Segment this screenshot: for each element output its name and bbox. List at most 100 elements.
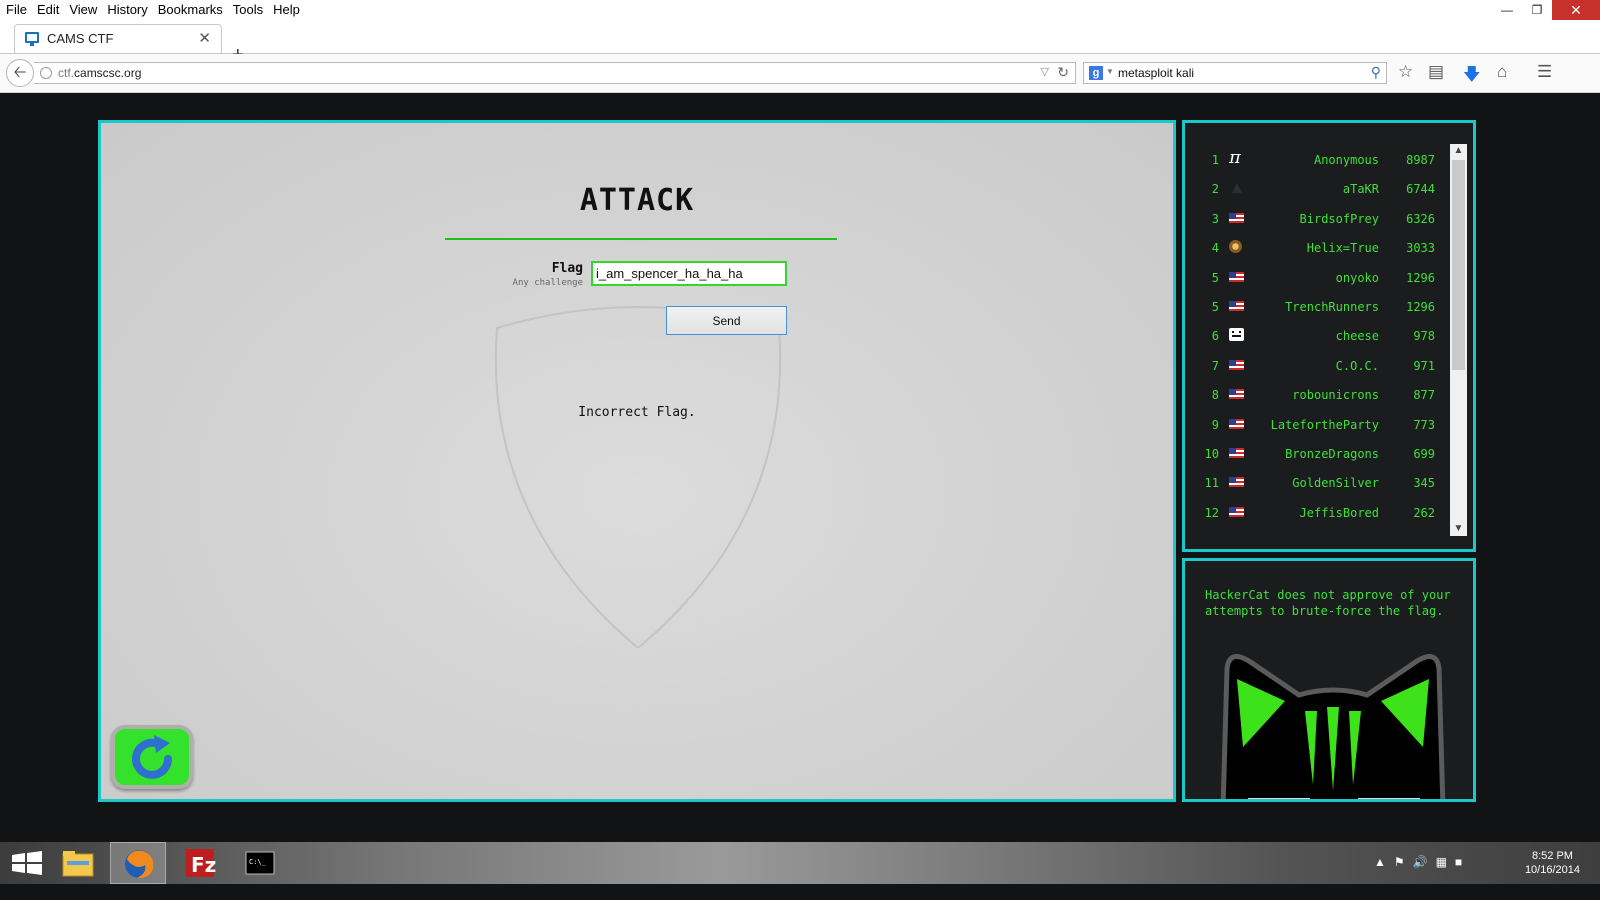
search-bar[interactable]: g ▼ metasploit kali ⚲ [1083,62,1387,84]
attack-panel: ATTACK Flag Any challenge Send Incorrect… [98,120,1176,802]
team-name[interactable]: GoldenSilver [1251,476,1379,490]
tab-title: CAMS CTF [47,31,114,46]
scoreboard-row: 3 BirdsofPrey 6326 [1185,204,1455,233]
scroll-up-icon[interactable]: ▲ [1450,144,1467,158]
team-name[interactable]: TrenchRunners [1251,300,1379,314]
page-title: ATTACK [579,183,695,218]
firefox-icon[interactable] [110,842,166,884]
scroll-down-icon[interactable]: ▼ [1450,522,1467,536]
terminal-icon[interactable]: C:\_ [232,842,288,884]
system-tray: ▲⚑🔊▦■ 8:52 PM 10/16/2014 [1360,842,1600,884]
menu-bookmarks[interactable]: Bookmarks [153,0,228,18]
team-rank: 10 [1204,447,1219,461]
filezilla-icon[interactable]: Fz [172,842,228,884]
home-icon[interactable]: ⌂ [1497,62,1507,82]
team-points: 699 [1413,447,1435,461]
scoreboard-row: 8 robounicrons 877 [1185,380,1455,409]
hackercat-icon [1220,654,1446,799]
team-points: 345 [1413,476,1435,491]
us-flag-icon [1229,506,1244,517]
team-name[interactable]: Anonymous [1251,153,1379,167]
us-flag-icon [1229,446,1245,460]
monitor-icon [25,32,39,46]
us-flag-icon [1229,358,1245,372]
team-points: 6744 [1406,182,1435,197]
menu-bar: File Edit View History Bookmarks Tools Help — … [0,0,1600,20]
us-flag-icon [1229,418,1244,429]
history-dropdown-icon[interactable]: ▽ [1041,65,1049,78]
us-flag-icon [1229,475,1245,489]
svg-text:C:\_: C:\_ [249,858,267,866]
team-name[interactable]: C.O.C. [1251,359,1379,373]
shield-watermark-icon [494,306,782,648]
star-icon[interactable]: ☆ [1398,62,1413,82]
reload-icon[interactable]: ↻ [1057,64,1069,81]
scoreboard-scrollbar[interactable]: ▲ ▼ [1450,144,1467,536]
scoreboard-row: 12 JeffisBored 262 [1185,498,1455,527]
us-flag-icon [1229,211,1245,225]
team-rank: 5 [1211,270,1219,285]
team-points: 1296 [1406,300,1435,314]
team-name[interactable]: aTaKR [1251,182,1379,196]
windows-start-icon[interactable] [0,842,56,884]
refresh-button[interactable] [111,725,193,789]
scoreboard-row: 2 aTaKR 6744 [1185,174,1455,203]
clock-time: 8:52 PM [1531,850,1573,862]
us-flag-icon [1229,448,1244,458]
send-button[interactable]: Send [666,306,787,335]
back-arrow-icon[interactable]: 🡠 [6,59,34,87]
team-points: 1296 [1406,270,1435,285]
tab-cams-ctf[interactable]: CAMS CTF ✕ [14,24,222,53]
team-name[interactable]: Helix=True [1251,241,1379,255]
scroll-thumb[interactable] [1452,160,1465,370]
menu-edit[interactable]: Edit [32,0,64,18]
search-engine-icon[interactable]: g [1089,66,1103,80]
us-flag-icon [1229,359,1244,370]
search-input[interactable]: metasploit kali [1118,66,1194,80]
team-points: 877 [1413,388,1435,403]
menu-help[interactable]: Help [268,0,305,18]
team-name[interactable]: onyoko [1251,271,1379,285]
engine-dropdown-icon[interactable]: ▼ [1106,67,1114,76]
team-points: 978 [1413,329,1435,344]
taskbar: Fz C:\_ ▲⚑🔊▦■ 8:52 PM 10/16/2014 [0,842,1600,884]
menu-icon[interactable]: ☰ [1537,62,1552,82]
globe-icon [40,67,52,79]
team-name[interactable]: BronzeDragons [1251,447,1379,461]
reading-list-icon[interactable]: ▤ [1428,62,1444,82]
team-name[interactable]: cheese [1251,329,1379,343]
cheese-icon [1229,328,1244,342]
menu-history[interactable]: History [102,0,152,18]
flag-input[interactable] [591,261,787,286]
team-name[interactable]: LatefortheParty [1251,418,1379,432]
us-flag-icon [1229,271,1244,282]
download-icon[interactable]: 🡇 [1463,62,1480,91]
menu-file[interactable]: File [0,0,32,18]
refresh-icon [132,735,172,779]
scoreboard-panel: 1 π Anonymous 8987 2 aTaKR 6744 3 BirdsofPrey 632… [1182,120,1476,552]
address-domain: camscsc.org [74,66,142,80]
team-points: 8987 [1406,153,1435,167]
team-name[interactable]: robounicrons [1251,388,1379,402]
clock[interactable]: 8:52 PM 10/16/2014 [1525,849,1580,877]
close-window-icon[interactable]: ✕ [1552,0,1600,20]
address-text[interactable]: ctf.camscsc.org [58,66,141,80]
minimize-icon[interactable]: — [1492,0,1522,20]
team-points: 262 [1413,505,1435,520]
us-flag-icon [1229,299,1245,313]
file-explorer-icon[interactable] [50,842,106,884]
team-name[interactable]: BirdsofPrey [1251,212,1379,226]
tray-icons[interactable]: ▲⚑🔊▦■ [1374,855,1470,869]
team-points: 971 [1413,358,1435,373]
menu-tools[interactable]: Tools [228,0,268,18]
close-tab-icon[interactable]: ✕ [198,29,211,47]
menu-view[interactable]: View [64,0,102,18]
search-icon[interactable]: ⚲ [1371,64,1381,81]
title-divider [445,238,837,240]
address-bar[interactable]: ctf.camscsc.org ▽ ↻ [34,62,1076,84]
team-rank: 5 [1211,300,1219,314]
restore-icon[interactable]: ❐ [1522,0,1552,20]
team-name[interactable]: JeffisBored [1251,506,1379,520]
cheese-icon [1229,328,1245,342]
flag-label: Flag [551,261,583,276]
